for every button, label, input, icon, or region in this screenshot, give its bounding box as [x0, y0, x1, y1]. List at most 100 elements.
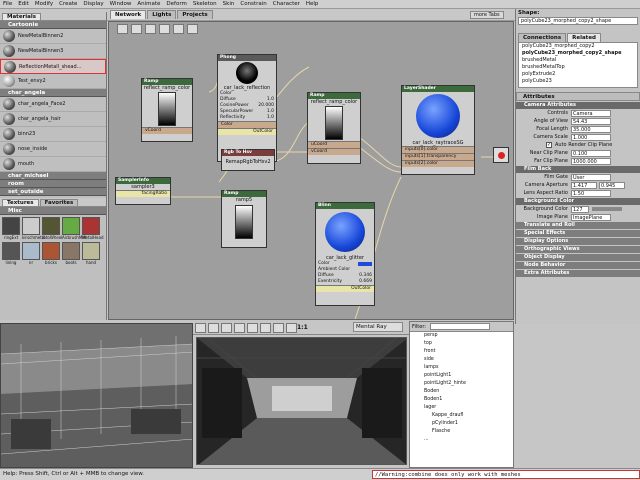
related-item[interactable]: polyExtrude2: [519, 71, 637, 78]
tab-network[interactable]: Network: [110, 10, 147, 19]
port-color[interactable]: Color: [218, 121, 276, 128]
phong-node[interactable]: Phong car_lack_reflection Color Diffuse …: [217, 54, 277, 162]
outliner-item[interactable]: front: [410, 348, 513, 356]
background-color-slider[interactable]: [592, 207, 622, 211]
group-char-michael[interactable]: char_michael: [0, 172, 106, 180]
attributes-title[interactable]: Attributes: [516, 92, 640, 101]
layer-shader-node[interactable]: LayerShader car_lack_raytraceSG inputs[0…: [401, 85, 475, 175]
port-input1-transparency[interactable]: inputs[1].transparency: [402, 153, 474, 160]
group-cartoonie[interactable]: Cartoonie: [0, 21, 106, 29]
texture-item[interactable]: bricks: [42, 242, 60, 265]
near-clip-field[interactable]: 0.100: [571, 149, 611, 157]
tab-related[interactable]: Related: [567, 33, 601, 42]
port-input2-color[interactable]: inputs[2].color: [402, 160, 474, 167]
aperture-x-field[interactable]: 1.417: [571, 181, 597, 189]
section-special-effects[interactable]: Special Effects: [516, 230, 640, 237]
menu-window[interactable]: Window: [110, 1, 132, 7]
keep-image-icon[interactable]: [247, 323, 258, 333]
texture-item[interactable]: lining: [2, 242, 20, 265]
texture-item[interactable]: ringExt: [2, 217, 20, 240]
angle-of-view-field[interactable]: 54.43: [571, 117, 611, 125]
tab-textures[interactable]: Textures: [2, 199, 39, 206]
material-item[interactable]: char_angela_hair: [0, 112, 106, 127]
outliner-item[interactable]: side: [410, 356, 513, 364]
filter-input[interactable]: [429, 323, 490, 330]
texture-item[interactable]: MetalHead: [82, 217, 104, 240]
port-outcolor[interactable]: OutColor: [316, 285, 374, 292]
port-vcoord[interactable]: vCoord: [142, 127, 192, 134]
texture-item[interactable]: fotoWheel: [42, 217, 62, 240]
section-background-color[interactable]: Background Color: [516, 198, 640, 205]
related-item[interactable]: polyCube23_morphed_copy2_shape: [519, 50, 637, 57]
related-item[interactable]: brushedMetal: [519, 57, 637, 64]
controls-dropdown[interactable]: Camera: [571, 109, 611, 117]
menu-animate[interactable]: Animate: [137, 1, 160, 7]
rgb-to-hsv-node[interactable]: Rgb To Hsv RemapRgbToHsv2: [221, 149, 275, 171]
perspective-viewport[interactable]: [0, 323, 193, 468]
auto-clip-checkbox[interactable]: ✓: [546, 142, 552, 148]
aperture-y-field[interactable]: 0.945: [599, 181, 625, 189]
group-char-angela[interactable]: char_angela: [0, 89, 106, 97]
material-item[interactable]: NewMetalBinnen2: [0, 29, 106, 44]
ramp-node-2[interactable]: Ramp reflect_ramp_color uCoord vCoord: [307, 92, 361, 164]
more-tabs-button[interactable]: more Tabs: [470, 11, 504, 19]
group-room[interactable]: room: [0, 180, 106, 188]
outliner-item[interactable]: Boden1: [410, 396, 513, 404]
material-item[interactable]: char_angela_Face2: [0, 97, 106, 112]
background-color-value[interactable]: 127: [571, 205, 589, 213]
menu-display[interactable]: Display: [83, 1, 103, 7]
film-gate-dropdown[interactable]: User: [571, 173, 611, 181]
section-node-behavior[interactable]: Node Behavior: [516, 262, 640, 269]
display-alpha-icon[interactable]: [286, 323, 297, 333]
outliner-item[interactable]: persp: [410, 332, 513, 340]
menu-modify[interactable]: Modify: [35, 1, 53, 7]
texture-item[interactable]: hand: [82, 242, 100, 265]
menu-deform[interactable]: Deform: [166, 1, 186, 7]
tab-favorites[interactable]: Favorites: [39, 199, 79, 206]
related-item[interactable]: polyCube23: [519, 78, 637, 85]
sampler-info-node[interactable]: SamplerInfo sampler3 facingRatio: [115, 177, 171, 205]
section-display-options[interactable]: Display Options: [516, 238, 640, 245]
render-region-icon[interactable]: [234, 323, 245, 333]
menu-create[interactable]: Create: [59, 1, 77, 7]
outliner-item[interactable]: lager: [410, 404, 513, 412]
outliner-item[interactable]: Boden: [410, 388, 513, 396]
texture-item[interactable]: kirschmetal: [22, 217, 45, 240]
snapshot-icon[interactable]: [221, 323, 232, 333]
render-view-image[interactable]: [196, 337, 407, 465]
section-extra-attributes[interactable]: Extra Attributes: [516, 270, 640, 277]
outliner-item[interactable]: lamps: [410, 364, 513, 372]
outliner-item[interactable]: Flasche: [410, 428, 513, 436]
section-orthographic-views[interactable]: Orthographic Views: [516, 246, 640, 253]
shading-group-node[interactable]: [493, 147, 509, 163]
section-camera-attributes[interactable]: Camera Attributes: [516, 102, 640, 109]
render-icon[interactable]: [195, 323, 206, 333]
section-translate-roll[interactable]: Translate and Roll: [516, 222, 640, 229]
tab-lights[interactable]: Lights: [147, 10, 177, 19]
ipr-icon[interactable]: [208, 323, 219, 333]
material-item[interactable]: nose_inside: [0, 142, 106, 157]
material-item-selected[interactable]: ReflectionMetall_shead...: [0, 59, 106, 74]
outliner-item[interactable]: pointLight1: [410, 372, 513, 380]
ramp-node-3[interactable]: Ramp ramp5: [221, 190, 267, 248]
port-vcoord[interactable]: vCoord: [308, 148, 360, 155]
tab-connections[interactable]: Connections: [518, 33, 567, 42]
menu-constrain[interactable]: Constrain: [240, 1, 266, 7]
blinn-node[interactable]: Blinn car_lack_glitter Color Ambient Col…: [315, 202, 375, 306]
color-swatch[interactable]: [358, 262, 372, 266]
outliner-item[interactable]: pointLight2_hinte: [410, 380, 513, 388]
menu-file[interactable]: File: [3, 1, 12, 7]
port-input0-color[interactable]: inputs[0].color: [402, 146, 474, 153]
menu-skeleton[interactable]: Skeleton: [193, 1, 217, 7]
display-rgb-icon[interactable]: [273, 323, 284, 333]
menu-edit[interactable]: Edit: [18, 1, 29, 7]
group-misc[interactable]: Misc: [0, 207, 106, 215]
ramp-node-1[interactable]: Ramp reflect_ramp_color vCoord: [141, 78, 193, 142]
lens-aspect-field[interactable]: 1.50: [571, 189, 611, 197]
port-outcolor[interactable]: OutColor: [218, 128, 276, 135]
related-item[interactable]: polyCube23_morphed_copy2: [519, 43, 637, 50]
tab-materials[interactable]: Materials: [2, 13, 42, 20]
section-object-display[interactable]: Object Display: [516, 254, 640, 261]
image-plane-field[interactable]: ImagePlane: [571, 213, 611, 221]
far-clip-field[interactable]: 1000.000: [571, 157, 611, 165]
